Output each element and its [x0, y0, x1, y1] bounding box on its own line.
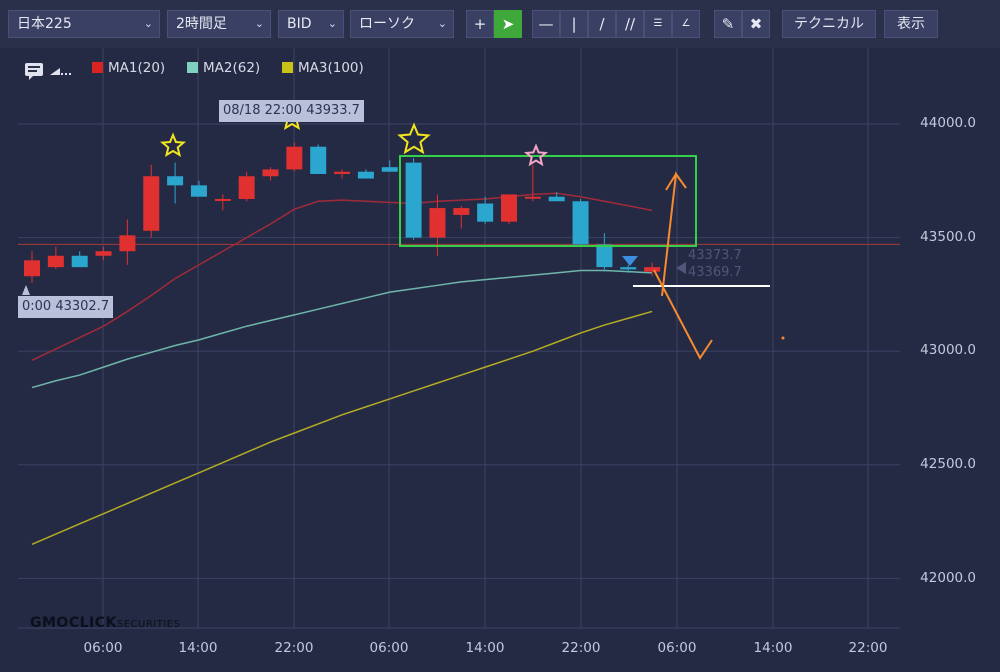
star-annotation-icon [159, 132, 187, 157]
x-tick-label: 14:00 [178, 640, 218, 656]
legend-ma1-swatch [92, 62, 103, 73]
fibonacci-retracement-icon[interactable]: ☰ [644, 10, 672, 38]
ma-line [31, 310, 653, 546]
broker-logo: GMOCLICKSECURITIES [30, 615, 180, 631]
price-label: 43373.7 [688, 248, 742, 263]
channel-icon[interactable]: ∕∕ [616, 10, 644, 38]
candle-body [501, 194, 517, 222]
candle-body [548, 196, 565, 202]
candle-body [596, 244, 613, 268]
orange-dot [781, 336, 785, 340]
candle-body [524, 196, 541, 199]
candle-body [334, 171, 351, 174]
crosshair-icon[interactable]: + [466, 10, 494, 38]
candle-body [262, 169, 279, 177]
chevron-down-icon: ⌄ [327, 17, 337, 30]
price-label: 43369.7 [688, 265, 742, 280]
legend-ma2-label: MA2(62) [203, 60, 261, 76]
y-tick-label: 43500.0 [920, 229, 976, 245]
candle-body [310, 146, 327, 174]
erase-all-icon[interactable]: ✖ [742, 10, 770, 38]
timeframe-select[interactable]: 2時間足 ⌄ [167, 10, 271, 38]
candle-body [190, 185, 207, 197]
up-arrow-annotation [661, 171, 687, 297]
candle-body [572, 201, 589, 245]
legend-ma1-label: MA1(20) [108, 60, 166, 76]
chart-style-select[interactable]: ローソク ⌄ [350, 10, 454, 38]
x-tick-label: 14:00 [753, 640, 793, 656]
x-tick-label: 22:00 [274, 640, 314, 656]
collapse-legend-icon[interactable] [48, 65, 74, 81]
y-tick-label: 43000.0 [920, 342, 976, 358]
y-tick-label: 44000.0 [920, 115, 976, 131]
chevron-down-icon: ⌄ [143, 17, 153, 30]
low-price-tooltip: 0:00 43302.7 [18, 296, 114, 318]
candle-body [453, 208, 470, 215]
legend-ma3-label: MA3(100) [298, 60, 364, 76]
candle-body [214, 198, 231, 201]
candle-body [47, 255, 64, 268]
legend-ma3[interactable]: MA3(100) [282, 60, 364, 76]
down-triangle-icon [622, 256, 638, 266]
candle-body [24, 260, 40, 277]
chevron-down-icon: ⌄ [254, 17, 264, 30]
display-button[interactable]: 表示 [884, 10, 938, 38]
timeframe-value: 2時間足 [176, 16, 227, 32]
x-tick-label: 22:00 [848, 640, 888, 656]
x-tick-label: 22:00 [561, 640, 601, 656]
x-tick-label: 06:00 [369, 640, 409, 656]
legend-ma2[interactable]: MA2(62) [187, 60, 260, 76]
candle-body [405, 162, 422, 238]
x-tick-label: 14:00 [465, 640, 505, 656]
chart-svg [18, 48, 900, 629]
candle-body [71, 255, 88, 268]
candle-body [429, 208, 446, 238]
ma-line [31, 192, 653, 361]
star-annotation-icon [397, 122, 431, 155]
eraser-icon[interactable]: ✎ [714, 10, 742, 38]
candle-body [477, 203, 494, 222]
low-marker-icon [22, 285, 30, 295]
price-type-value: BID [287, 16, 312, 32]
chat-icon[interactable] [24, 62, 46, 82]
candle-body [238, 176, 255, 199]
candle-body [381, 167, 398, 172]
candle-body [620, 267, 637, 270]
x-tick-label: 06:00 [657, 640, 697, 656]
y-tick-label: 42500.0 [920, 456, 976, 472]
logo-main: GMOCLICK [30, 615, 117, 631]
price-type-select[interactable]: BID ⌄ [278, 10, 344, 38]
logo-sub: SECURITIES [116, 619, 181, 630]
candle-body [357, 171, 374, 179]
horizontal-line-icon[interactable]: — [532, 10, 560, 38]
candle-body [143, 176, 160, 231]
candle-body [286, 146, 303, 170]
toolbar: 日本225 ⌄ 2時間足 ⌄ BID ⌄ ローソク ⌄ + ➤ — | ∕ ∕∕ ☰ ∠… [0, 0, 1000, 48]
vertical-line-icon[interactable]: | [560, 10, 588, 38]
legend-ma1[interactable]: MA1(20) [92, 60, 165, 76]
symbol-select[interactable]: 日本225 ⌄ [8, 10, 160, 38]
candle-body [644, 267, 661, 272]
candle-body [119, 235, 136, 252]
chart-area[interactable] [0, 48, 1000, 672]
fibonacci-fan-icon[interactable]: ∠ [672, 10, 700, 38]
x-tick-label: 06:00 [83, 640, 123, 656]
chart-style-value: ローソク [359, 16, 415, 32]
trend-line-icon[interactable]: ∕ [588, 10, 616, 38]
y-tick-label: 42000.0 [920, 570, 976, 586]
pointer-icon[interactable]: ➤ [494, 10, 522, 38]
legend-ma3-swatch [282, 62, 293, 73]
high-price-tooltip: 08/18 22:00 43933.7 [219, 100, 364, 122]
candle-body [95, 251, 112, 256]
ma-line [31, 269, 653, 389]
legend-ma2-swatch [187, 62, 198, 73]
candle-body [167, 176, 184, 186]
symbol-value: 日本225 [17, 16, 72, 32]
technical-button[interactable]: テクニカル [782, 10, 876, 38]
chevron-down-icon: ⌄ [437, 17, 447, 30]
